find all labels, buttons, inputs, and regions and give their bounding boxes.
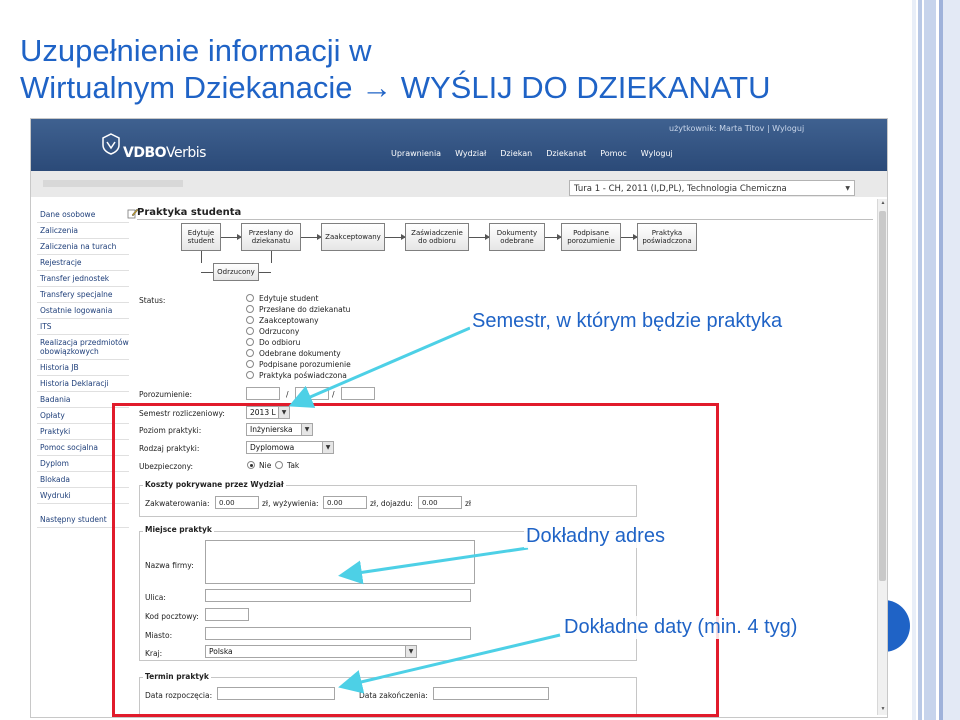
agreement-number-input[interactable] xyxy=(246,387,280,400)
status-option-poswiadczona: Praktyka poświadczona xyxy=(259,371,347,380)
workflow-arrow xyxy=(545,234,562,240)
top-nav: Uprawnienia Wydział Dziekan Dziekanat Po… xyxy=(391,149,673,158)
workflow-step-edytuje: Edytuje student xyxy=(181,223,221,251)
sidebar-item-transfer-jednostek[interactable]: Transfer jednostek xyxy=(37,271,129,287)
status-option-odebrane: Odebrane dokumenty xyxy=(259,349,341,358)
sidebar-item-transfery-specjalne[interactable]: Transfery specjalne xyxy=(37,287,129,303)
workflow-connector xyxy=(201,272,213,273)
app-header: użytkownik: Marta Titov | Wyloguj VDBOVe… xyxy=(31,119,887,171)
workflow-connector xyxy=(201,251,202,263)
status-radio-edytuje[interactable] xyxy=(246,294,254,302)
app-logo: VDBOVerbis xyxy=(123,145,206,161)
workflow-arrow xyxy=(469,234,490,240)
chevron-down-icon: ▼ xyxy=(845,185,850,192)
workflow-step-zaakceptowany: Zaakceptowany xyxy=(321,223,385,251)
workflow-arrow xyxy=(301,234,322,240)
agreement-separator: / xyxy=(332,390,335,399)
workflow-step-dokumenty: Dokumenty odebrane xyxy=(489,223,545,251)
workflow-step-podpisane: Podpisane porozumienie xyxy=(561,223,621,251)
annotation-semester: Semestr, w którym będzie praktyka xyxy=(470,310,785,333)
slide-decoration-stripes xyxy=(912,0,960,720)
workflow-arrow xyxy=(621,234,638,240)
logo-bold: VDBO xyxy=(123,145,167,161)
agreement-year-input[interactable] xyxy=(295,387,329,400)
nav-uprawnienia[interactable]: Uprawnienia xyxy=(391,149,441,158)
logo-emblem-icon xyxy=(102,133,120,155)
sidebar-item-its[interactable]: ITS xyxy=(37,319,129,335)
status-radio-odebrane[interactable] xyxy=(246,349,254,357)
sidebar-item-ostatnie-logowania[interactable]: Ostatnie logowania xyxy=(37,303,129,319)
workflow-step-przeslany: Przesłany do dziekanatu xyxy=(241,223,301,251)
annotation-dates: Dokładne daty (min. 4 tyg) xyxy=(562,616,800,639)
annotation-address: Dokładny adres xyxy=(524,525,667,548)
page-title: Praktyka studenta xyxy=(137,207,242,218)
status-radio-zaakceptowany[interactable] xyxy=(246,316,254,324)
tura-select[interactable]: Tura 1 - CH, 2011 (I,D,PL), Technologia … xyxy=(569,180,855,196)
workflow-connector xyxy=(271,251,272,263)
scroll-up-icon[interactable]: ▲ xyxy=(879,200,887,208)
sidebar-item-zaliczenia[interactable]: Zaliczenia xyxy=(37,223,129,239)
nav-pomoc[interactable]: Pomoc xyxy=(600,149,627,158)
sidebar-item-historia-deklaracji[interactable]: Historia Deklaracji xyxy=(37,376,129,392)
workflow-arrow xyxy=(385,234,406,240)
vertical-scrollbar[interactable]: ▲ ▼ xyxy=(877,199,887,715)
status-option-edytuje: Edytuje student xyxy=(259,294,319,303)
sidebar-item-realizacja[interactable]: Realizacja przedmiotów obowiązkowych xyxy=(37,335,129,360)
nav-dziekanat[interactable]: Dziekanat xyxy=(546,149,586,158)
slide-title: Uzupełnienie informacji w Wirtualnym Dzi… xyxy=(20,32,920,106)
workflow-step-poswiadczona: Praktyka poświadczona xyxy=(637,223,697,251)
status-option-odrzucony: Odrzucony xyxy=(259,327,300,336)
highlight-frame xyxy=(112,403,719,717)
status-option-do-odbioru: Do odbioru xyxy=(259,338,301,347)
sidebar-item-rejestracje[interactable]: Rejestracje xyxy=(37,255,129,271)
agreement-code-input[interactable] xyxy=(341,387,375,400)
sidebar-item-dane-osobowe[interactable]: Dane osobowe xyxy=(37,207,129,223)
nav-wydzial[interactable]: Wydział xyxy=(455,149,486,158)
user-bar[interactable]: użytkownik: Marta Titov | Wyloguj xyxy=(669,124,804,133)
scroll-down-icon[interactable]: ▼ xyxy=(879,706,887,714)
nav-dziekan[interactable]: Dziekan xyxy=(500,149,532,158)
status-label: Status: xyxy=(139,296,166,305)
workflow-connector xyxy=(259,272,271,273)
scrollbar-thumb[interactable] xyxy=(879,211,886,581)
agreement-label: Porozumienie: xyxy=(139,390,193,399)
sidebar-item-zaliczenia-na-turach[interactable]: Zaliczenia na turach xyxy=(37,239,129,255)
sub-header-blank xyxy=(43,180,183,187)
logo-thin: Verbis xyxy=(166,145,206,161)
status-radio-poswiadczona[interactable] xyxy=(246,371,254,379)
status-radio-odrzucony[interactable] xyxy=(246,327,254,335)
title-divider xyxy=(137,219,873,220)
slide-title-line1: Uzupełnienie informacji w xyxy=(20,33,372,68)
workflow-step-odrzucony: Odrzucony xyxy=(213,263,259,281)
nav-wyloguj[interactable]: Wyloguj xyxy=(641,149,673,158)
status-option-przeslane: Przesłane do dziekanatu xyxy=(259,305,351,314)
agreement-separator: / xyxy=(286,390,289,399)
workflow-arrow xyxy=(221,234,242,240)
status-option-zaakceptowany: Zaakceptowany xyxy=(259,316,319,325)
status-radio-podpisane[interactable] xyxy=(246,360,254,368)
tura-select-value: Tura 1 - CH, 2011 (I,D,PL), Technologia … xyxy=(574,184,787,194)
workflow-step-zaswiadczenie: Zaświadczenie do odbioru xyxy=(405,223,469,251)
status-radio-przeslane[interactable] xyxy=(246,305,254,313)
sidebar-item-historia-jb[interactable]: Historia JB xyxy=(37,360,129,376)
status-radio-do-odbioru[interactable] xyxy=(246,338,254,346)
status-option-podpisane: Podpisane porozumienie xyxy=(259,360,351,369)
slide-title-line2: Wirtualnym Dziekanacie → WYŚLIJ DO DZIEK… xyxy=(20,70,771,105)
